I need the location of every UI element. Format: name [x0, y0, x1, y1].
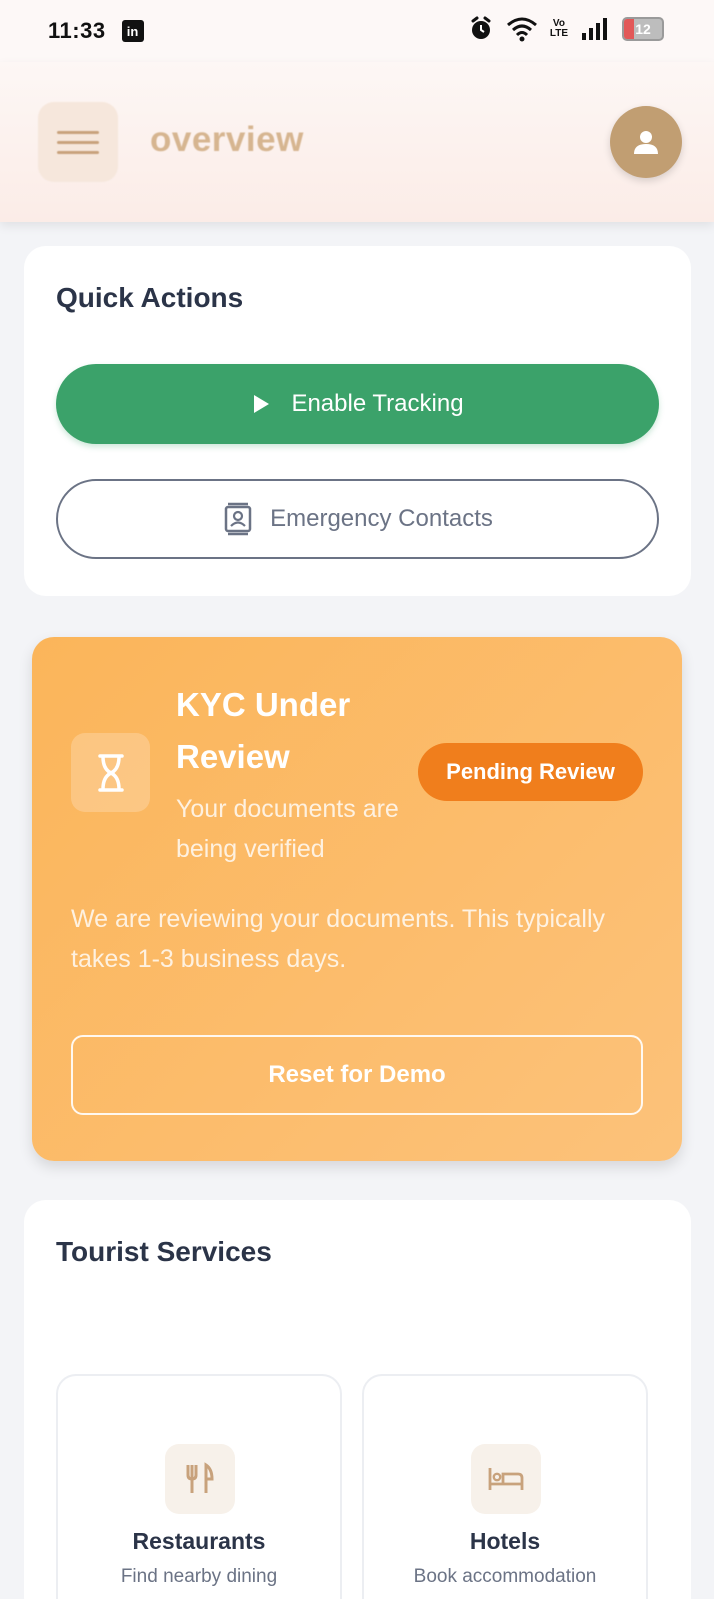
- quick-actions-card: Quick Actions Enable Tracking Emergency …: [24, 246, 691, 596]
- service-name: Restaurants: [132, 1528, 266, 1554]
- page-title: overview: [150, 120, 304, 159]
- service-description: Find nearby dining: [120, 1566, 278, 1587]
- hourglass-icon: [97, 753, 124, 792]
- service-description: Book accommodation: [413, 1566, 597, 1587]
- hamburger-icon: [57, 130, 99, 134]
- service-tile-hotels[interactable]: Hotels Book accommodation: [362, 1374, 648, 1599]
- volte-icon: Vo LTE: [549, 18, 568, 39]
- kyc-subtitle: Your documents are being verified: [176, 795, 399, 863]
- status-time: 11:33: [48, 18, 106, 43]
- kyc-status-card: KYC Under Review Your documents are bein…: [32, 637, 682, 1161]
- reset-demo-button[interactable]: Reset for Demo: [71, 1035, 643, 1115]
- service-tile-restaurants[interactable]: Restaurants Find nearby dining: [56, 1374, 342, 1599]
- emergency-contacts-label: Emergency Contacts: [270, 505, 493, 532]
- status-icons: Vo LTE 12: [468, 16, 664, 42]
- user-icon: [634, 131, 658, 154]
- quick-actions-title: Quick Actions: [56, 282, 244, 313]
- tourist-services-title: Tourist Services: [56, 1236, 272, 1267]
- battery-level: 12: [635, 21, 651, 37]
- linkedin-icon: in: [121, 20, 144, 42]
- enable-tracking-button[interactable]: Enable Tracking: [56, 364, 659, 444]
- status-bar: 11:33 in Vo LTE 12: [0, 0, 714, 62]
- signal-icon: [582, 18, 607, 40]
- app-header: overview: [0, 62, 714, 222]
- battery-icon: 12: [622, 17, 664, 41]
- kyc-icon-box: [71, 733, 150, 812]
- utensils-icon: [165, 1444, 235, 1514]
- contacts-icon: [224, 502, 252, 536]
- kyc-title: KYC Under Review: [176, 686, 351, 775]
- alarm-icon: [471, 16, 491, 39]
- tourist-services-card: Tourist Services Restaurants Find nearby…: [24, 1200, 691, 1599]
- play-icon: [254, 395, 270, 413]
- status-badge: Pending Review: [418, 743, 643, 801]
- emergency-contacts-button[interactable]: Emergency Contacts: [56, 479, 659, 559]
- menu-button[interactable]: [38, 102, 118, 182]
- bed-icon: [471, 1444, 541, 1514]
- profile-avatar-button[interactable]: [610, 106, 682, 178]
- service-name: Hotels: [469, 1528, 541, 1554]
- wifi-icon: [506, 17, 537, 42]
- enable-tracking-label: Enable Tracking: [291, 390, 464, 417]
- kyc-description: We are reviewing your documents. This ty…: [71, 905, 606, 973]
